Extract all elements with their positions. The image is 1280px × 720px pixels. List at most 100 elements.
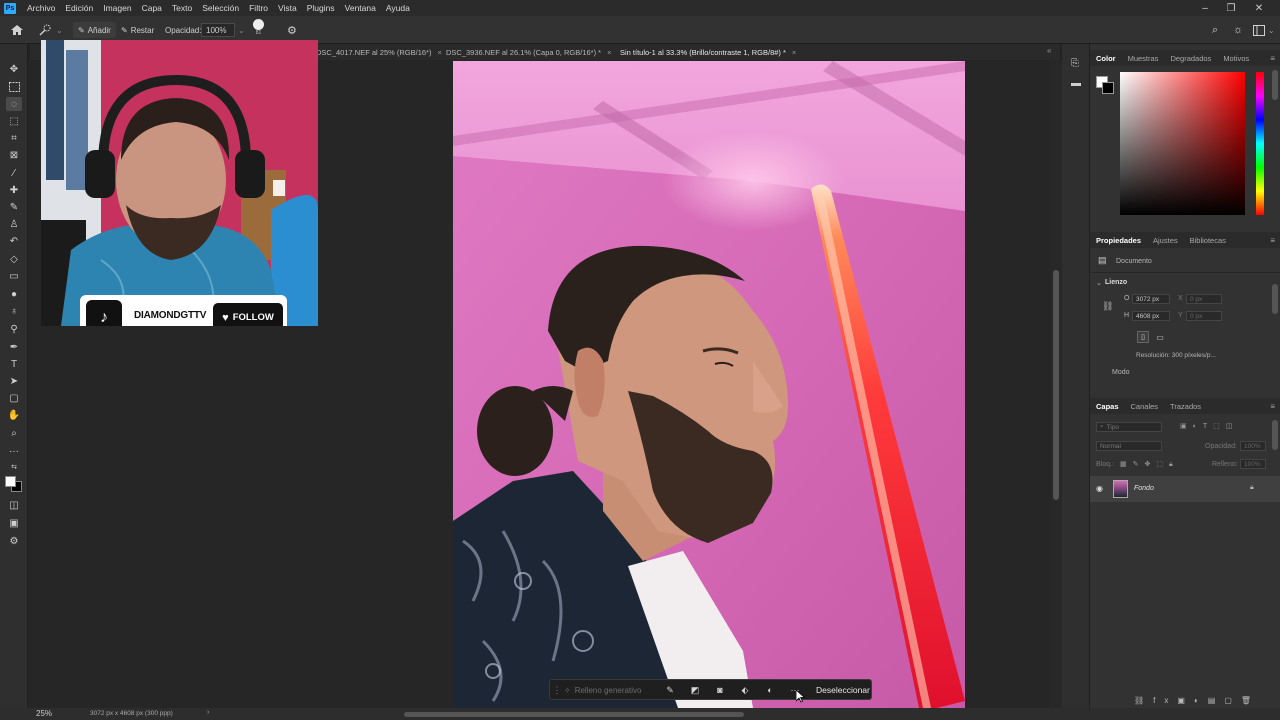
- menu-capa[interactable]: Capa: [137, 3, 167, 13]
- close-icon[interactable]: ×: [792, 48, 796, 57]
- panel-menu-icon[interactable]: ≡: [1270, 236, 1275, 245]
- add-selection-button[interactable]: ✎ Añadir: [73, 22, 116, 38]
- horizontal-scroll-thumb[interactable]: [404, 712, 744, 717]
- menu-plugins[interactable]: Plugins: [302, 3, 340, 13]
- layer-actions-icons[interactable]: ⛓fx▣◐▤▢🗑︎: [1134, 696, 1260, 705]
- dodge-tool-icon[interactable]: ♁: [6, 304, 22, 318]
- adjustment-icon[interactable]: ◐: [763, 683, 777, 697]
- close-icon[interactable]: ×: [607, 48, 611, 57]
- zoom-tool-icon[interactable]: ⌕: [6, 426, 22, 440]
- link-icon[interactable]: ⛓: [1102, 301, 1113, 312]
- tab-dsc4017[interactable]: DSC_4017.NEF al 25% (RGB/16*) ×: [312, 44, 446, 60]
- clone-stamp-icon[interactable]: ♙: [6, 217, 22, 231]
- blur-tool-icon[interactable]: ●: [6, 287, 22, 301]
- swap-colors-icon[interactable]: ⇆: [6, 460, 22, 474]
- x-field[interactable]: 0 px: [1186, 294, 1222, 304]
- gradient-tool-icon[interactable]: ▭: [6, 269, 22, 283]
- move-tool-icon[interactable]: ✥: [6, 62, 22, 76]
- menu-imagen[interactable]: Imagen: [98, 3, 136, 13]
- comments-icon[interactable]: ▬: [1071, 78, 1081, 89]
- drag-handle-icon[interactable]: ⋮: [550, 683, 564, 697]
- tab-muestras[interactable]: Muestras: [1122, 54, 1165, 63]
- document-canvas-image[interactable]: [453, 61, 965, 708]
- type-tool-icon[interactable]: T: [6, 357, 22, 371]
- menu-vista[interactable]: Vista: [273, 3, 302, 13]
- fill-field[interactable]: 100%: [1240, 459, 1266, 469]
- modify-selection-icon[interactable]: ✎: [663, 683, 677, 697]
- panel-scroll-thumb[interactable]: [1272, 284, 1278, 314]
- close-icon[interactable]: ✕: [1246, 0, 1272, 16]
- marquee-tool-icon[interactable]: [6, 80, 22, 94]
- object-selection-icon[interactable]: ⬚: [6, 114, 22, 128]
- chevron-down-icon[interactable]: ⌄: [1268, 22, 1275, 38]
- hue-slider[interactable]: [1256, 72, 1264, 215]
- tab-capas[interactable]: Capas: [1090, 402, 1125, 411]
- deselect-button[interactable]: Deseleccionar: [816, 685, 870, 695]
- path-selection-icon[interactable]: ➤: [6, 374, 22, 388]
- tab-degradados[interactable]: Degradados: [1164, 54, 1217, 63]
- tab-color[interactable]: Color: [1090, 54, 1122, 63]
- quick-selection-tool-icon[interactable]: ◌: [6, 97, 22, 111]
- chevron-right-icon[interactable]: ›: [207, 709, 209, 716]
- zoom-level[interactable]: 25%: [36, 709, 52, 718]
- rectangle-tool-icon[interactable]: ▢: [6, 391, 22, 405]
- edit-toolbar-icon[interactable]: ⚙: [6, 534, 22, 548]
- vertical-scroll-thumb[interactable]: [1053, 270, 1059, 500]
- panel-scroll-thumb[interactable]: [1272, 70, 1278, 100]
- opacity-field[interactable]: 100%: [201, 23, 235, 37]
- mask-icon[interactable]: ◙: [713, 683, 727, 697]
- frame-tool-icon[interactable]: ⊠: [6, 148, 22, 162]
- workspace-icon[interactable]: [1253, 22, 1265, 38]
- restore-icon[interactable]: ❐: [1218, 0, 1244, 16]
- gear-icon[interactable]: ⚙: [287, 22, 297, 38]
- menu-ventana[interactable]: Ventana: [340, 3, 381, 13]
- layer-row[interactable]: ◉ Fondo 🔒︎: [1090, 476, 1280, 502]
- opacity-control[interactable]: 100% ⌄: [201, 22, 245, 38]
- portrait-orientation-icon[interactable]: ▯: [1137, 331, 1149, 343]
- pen-tool-icon[interactable]: ✒: [6, 340, 22, 354]
- follow-button[interactable]: ♥ FOLLOW: [213, 303, 283, 326]
- eye-icon[interactable]: ◉: [1096, 484, 1103, 493]
- chevron-down-icon[interactable]: ⌄: [1096, 279, 1102, 287]
- color-picker-field[interactable]: [1120, 72, 1245, 215]
- subtract-selection-button[interactable]: ✎ Restar: [116, 22, 159, 38]
- menu-filtro[interactable]: Filtro: [244, 3, 273, 13]
- menu-edicion[interactable]: Edición: [60, 3, 98, 13]
- brush-tool-icon[interactable]: ✎: [6, 200, 22, 214]
- collapse-arrows-icon[interactable]: «: [1047, 46, 1051, 55]
- healing-brush-icon[interactable]: ✚: [6, 183, 22, 197]
- tab-canales[interactable]: Canales: [1125, 402, 1165, 411]
- menu-seleccion[interactable]: Selección: [197, 3, 244, 13]
- menu-archivo[interactable]: Archivo: [22, 3, 60, 13]
- invert-selection-icon[interactable]: ◩: [688, 683, 702, 697]
- search-icon[interactable]: ⌕: [1212, 22, 1218, 38]
- generative-fill-button[interactable]: ✧ Relleno generativo: [564, 684, 641, 697]
- tab-trazados[interactable]: Trazados: [1164, 402, 1207, 411]
- minimize-icon[interactable]: –: [1192, 0, 1218, 16]
- more-tools-icon[interactable]: ···: [6, 444, 22, 458]
- history-icon[interactable]: ⎘: [1071, 58, 1079, 69]
- chevron-down-icon[interactable]: ⌄: [238, 26, 245, 35]
- home-icon[interactable]: [10, 22, 24, 38]
- layer-opacity-field[interactable]: 100%: [1240, 441, 1266, 451]
- lock-icons[interactable]: ▦✎✥⬚🔒︎: [1120, 460, 1179, 469]
- tab-motivos[interactable]: Motivos: [1217, 54, 1255, 63]
- lightbulb-icon[interactable]: ☼: [1233, 22, 1243, 38]
- layer-filter-icons[interactable]: ▣◐T⬚◫: [1180, 422, 1238, 430]
- sponge-icon[interactable]: ⚲: [6, 322, 22, 336]
- tab-sin-titulo[interactable]: Sin título-1 al 33.3% (Brillo/contraste …: [616, 44, 800, 60]
- height-field[interactable]: 4608 px: [1132, 311, 1170, 321]
- tab-ajustes[interactable]: Ajustes: [1147, 236, 1184, 245]
- layer-filter-field[interactable]: ⌕ Tipo: [1096, 422, 1162, 432]
- panel-menu-icon[interactable]: ≡: [1270, 54, 1275, 63]
- vertical-scrollbar[interactable]: [1050, 60, 1062, 708]
- eyedropper-icon[interactable]: ⁄: [6, 166, 22, 180]
- panel-menu-icon[interactable]: ≡: [1270, 402, 1275, 411]
- blend-mode-select[interactable]: Normal: [1096, 441, 1162, 451]
- menu-ayuda[interactable]: Ayuda: [381, 3, 415, 13]
- tab-bibliotecas[interactable]: Bibliotecas: [1184, 236, 1232, 245]
- landscape-orientation-icon[interactable]: ▭: [1154, 331, 1166, 343]
- eraser-icon[interactable]: ◇: [6, 252, 22, 266]
- crop-tool-icon[interactable]: ⌗: [6, 131, 22, 145]
- screen-mode-icon[interactable]: ▣: [6, 516, 22, 530]
